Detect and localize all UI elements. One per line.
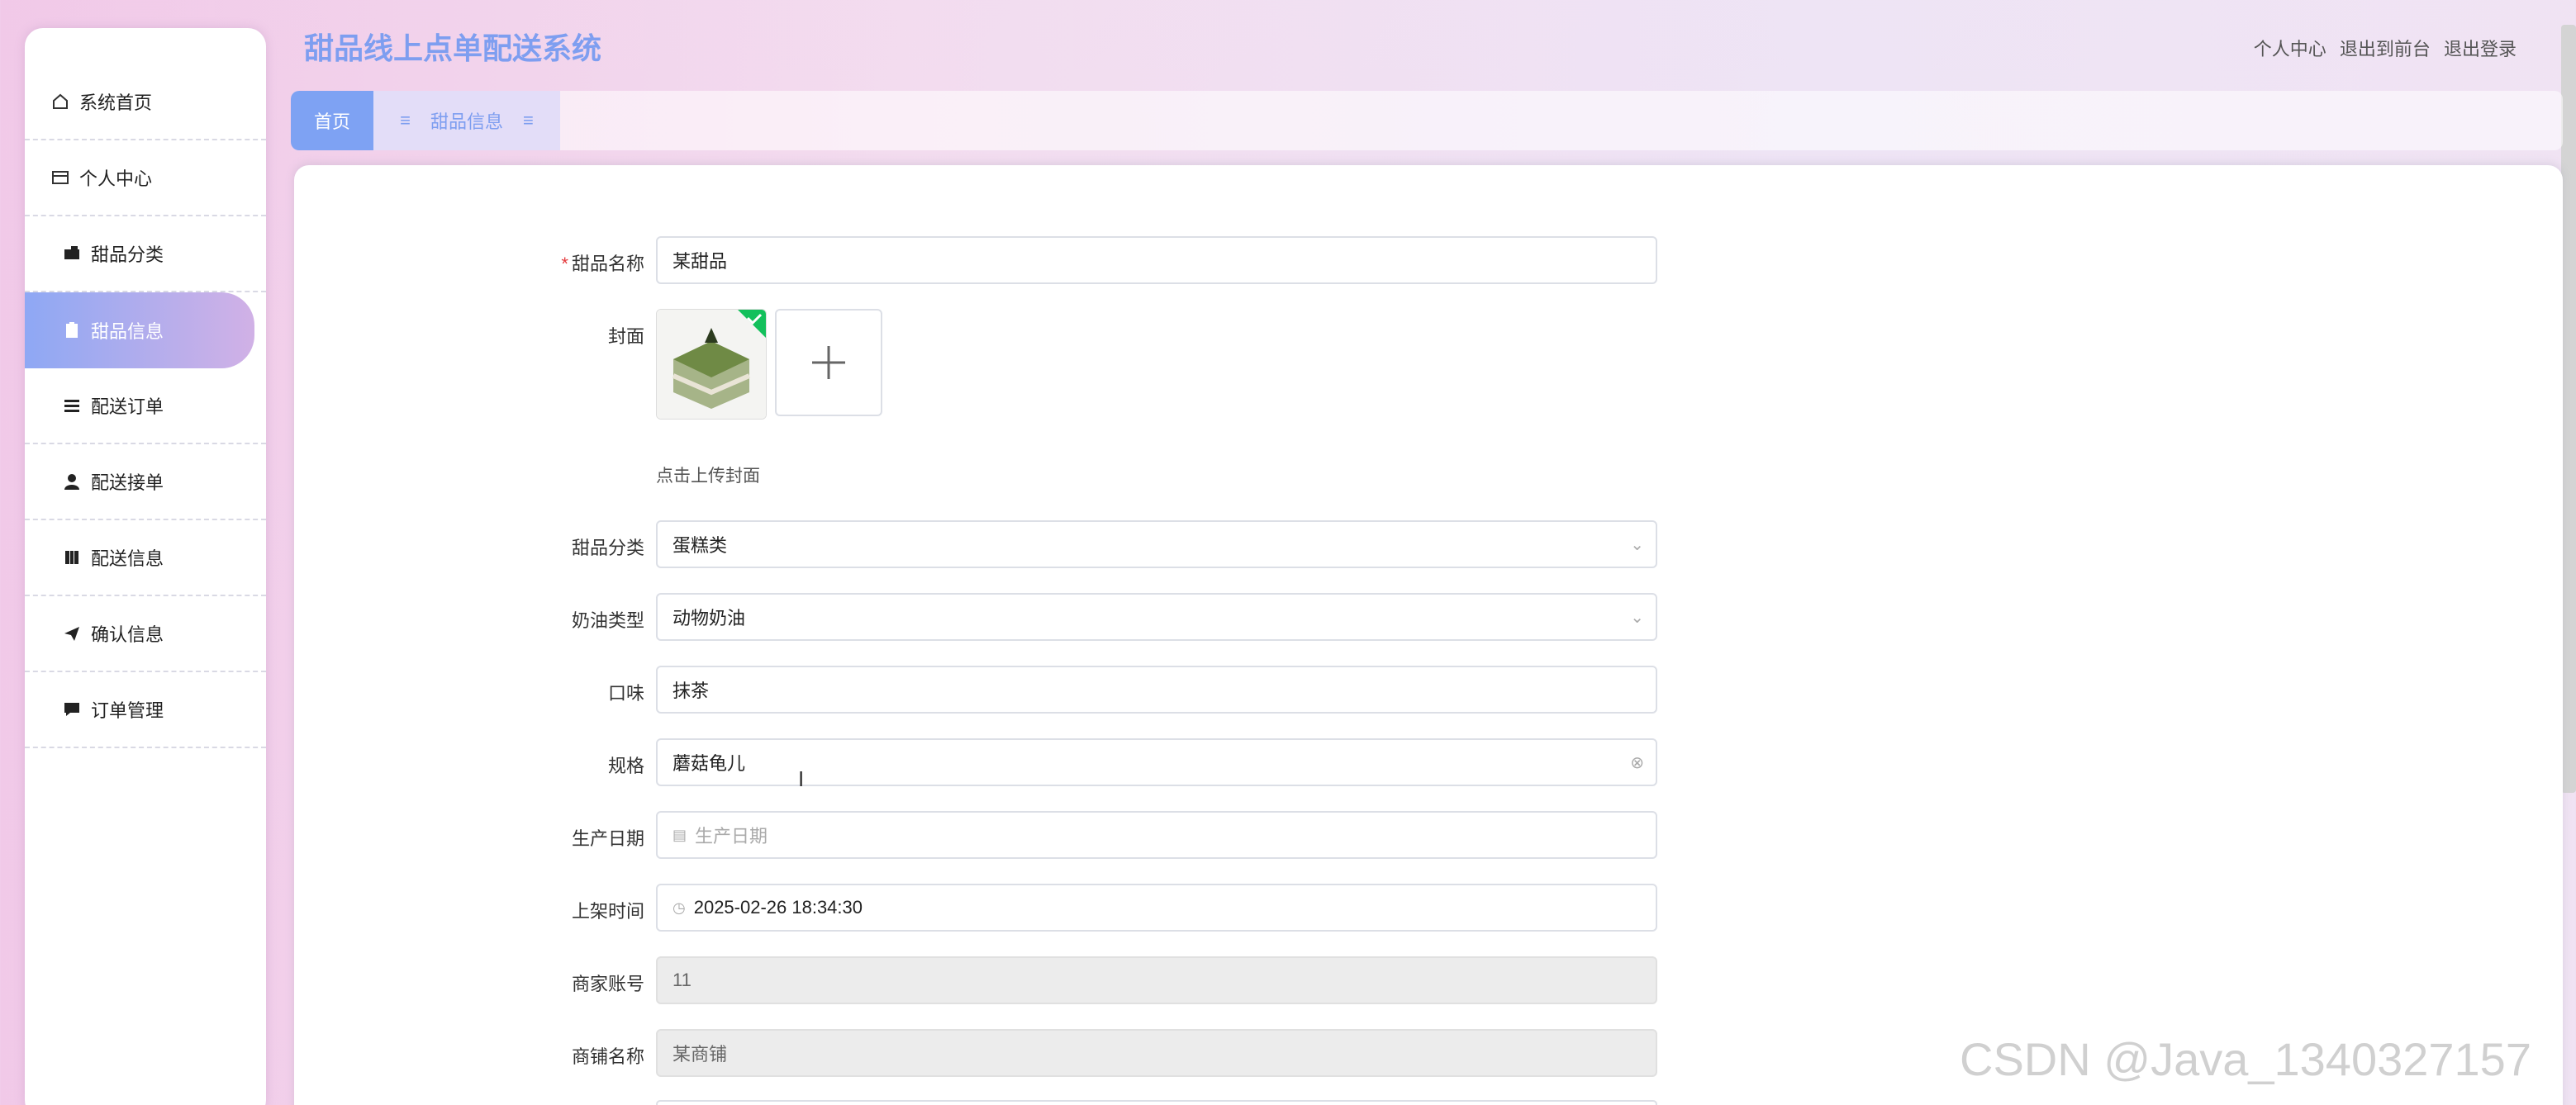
- sidebar-item-delivery-info[interactable]: 配送信息: [25, 520, 266, 596]
- tab-dessert-info[interactable]: ≡ 甜品信息 ≡: [373, 91, 560, 150]
- sidebar-item-label: 系统首页: [79, 92, 153, 113]
- production-date-label: 生产日期: [571, 828, 644, 849]
- plus-icon: [812, 346, 845, 379]
- tab-bar: 首页 ≡ 甜品信息 ≡: [291, 91, 2563, 150]
- name-input[interactable]: 某甜品: [656, 236, 1657, 284]
- sidebar-item-label: 个人中心: [79, 168, 153, 189]
- clear-icon[interactable]: ⊗: [1630, 752, 1644, 773]
- spec-input[interactable]: 蘑菇龟儿 ⊗: [656, 738, 1657, 786]
- sidebar-item-label: 订单管理: [91, 700, 164, 721]
- sidebar-item-order-management[interactable]: 订单管理: [25, 672, 266, 748]
- sidebar-item-delivery-accept[interactable]: 配送接单: [25, 444, 266, 520]
- profile-link[interactable]: 个人中心: [2254, 39, 2326, 59]
- book-icon: [61, 547, 83, 568]
- back-to-frontend-link[interactable]: 退出到前台: [2340, 39, 2431, 59]
- clipboard-icon: [61, 320, 83, 341]
- sidebar-item-delivery-orders[interactable]: 配送订单: [25, 368, 266, 444]
- menu-icon: ≡: [523, 110, 534, 130]
- sidebar-item-label: 配送信息: [91, 548, 164, 569]
- user-icon: [61, 471, 83, 492]
- send-icon: [61, 623, 83, 644]
- text-cursor-icon: I: [798, 766, 805, 791]
- spec-label: 规格: [607, 756, 644, 776]
- required-marker: *: [561, 254, 568, 274]
- chevron-down-icon: ⌄: [1630, 535, 1644, 554]
- profile-icon: [50, 167, 71, 188]
- merchant-account-label: 商家账号: [571, 974, 644, 994]
- sidebar-item-profile[interactable]: 个人中心: [25, 140, 266, 216]
- list-icon: [61, 395, 83, 416]
- clock-icon: ◷: [673, 899, 686, 916]
- name-label: * 甜品名称: [561, 254, 644, 274]
- sidebar-item-confirm-info[interactable]: 确认信息: [25, 596, 266, 672]
- page-scrollbar[interactable]: [2561, 25, 2576, 793]
- sidebar-item-dessert-category[interactable]: 甜品分类: [25, 216, 266, 292]
- flavor-input[interactable]: 抹茶: [656, 666, 1657, 714]
- shop-name-label: 商铺名称: [571, 1046, 644, 1067]
- next-field-partial[interactable]: [656, 1100, 1657, 1105]
- home-icon: [50, 91, 71, 112]
- sidebar-item-label: 甜品信息: [91, 321, 164, 342]
- cover-label: 封面: [607, 326, 644, 347]
- flavor-label: 口味: [607, 683, 644, 704]
- calendar-icon: ▤: [673, 826, 687, 843]
- cream-select[interactable]: 动物奶油 ⌄: [656, 593, 1657, 641]
- sidebar-item-label: 确认信息: [91, 624, 164, 645]
- production-date-picker[interactable]: ▤ 生产日期: [656, 811, 1657, 859]
- category-label: 甜品分类: [571, 538, 644, 558]
- upload-hint: 点击上传封面: [656, 467, 760, 486]
- menu-icon: ≡: [400, 110, 411, 130]
- shop-name-field: 某商铺: [656, 1029, 1657, 1077]
- category-select[interactable]: 蛋糕类 ⌄: [656, 520, 1657, 568]
- cream-label: 奶油类型: [571, 610, 644, 631]
- sidebar-item-label: 配送订单: [91, 396, 164, 417]
- merchant-account-field: 11: [656, 956, 1657, 1004]
- chat-icon: [61, 699, 83, 720]
- sidebar-item-dessert-info[interactable]: 甜品信息: [25, 292, 254, 368]
- tab-home[interactable]: 首页: [291, 91, 373, 150]
- chevron-down-icon: ⌄: [1630, 608, 1644, 627]
- wallet-icon: [61, 243, 83, 264]
- sidebar-item-label: 甜品分类: [91, 244, 164, 265]
- tab-label: 甜品信息: [430, 111, 503, 132]
- sidebar: 系统首页 个人中心 甜品分类 甜品信息 配送订单 配送接单 配送信息 确认信息 …: [25, 28, 266, 1105]
- sidebar-item-label: 配送接单: [91, 472, 164, 493]
- header-links: 个人中心 退出到前台 退出登录: [2246, 35, 2517, 61]
- watermark: CSDN @Java_1340327157: [1960, 1033, 2531, 1085]
- add-cover-button[interactable]: [775, 309, 882, 416]
- logout-link[interactable]: 退出登录: [2444, 39, 2517, 59]
- listing-time-picker[interactable]: ◷ 2025-02-26 18:34:30: [656, 884, 1657, 932]
- cover-image[interactable]: [656, 309, 767, 420]
- app-title: 甜品线上点单配送系统: [304, 31, 602, 65]
- sidebar-item-home[interactable]: 系统首页: [25, 64, 266, 140]
- listing-time-label: 上架时间: [571, 901, 644, 922]
